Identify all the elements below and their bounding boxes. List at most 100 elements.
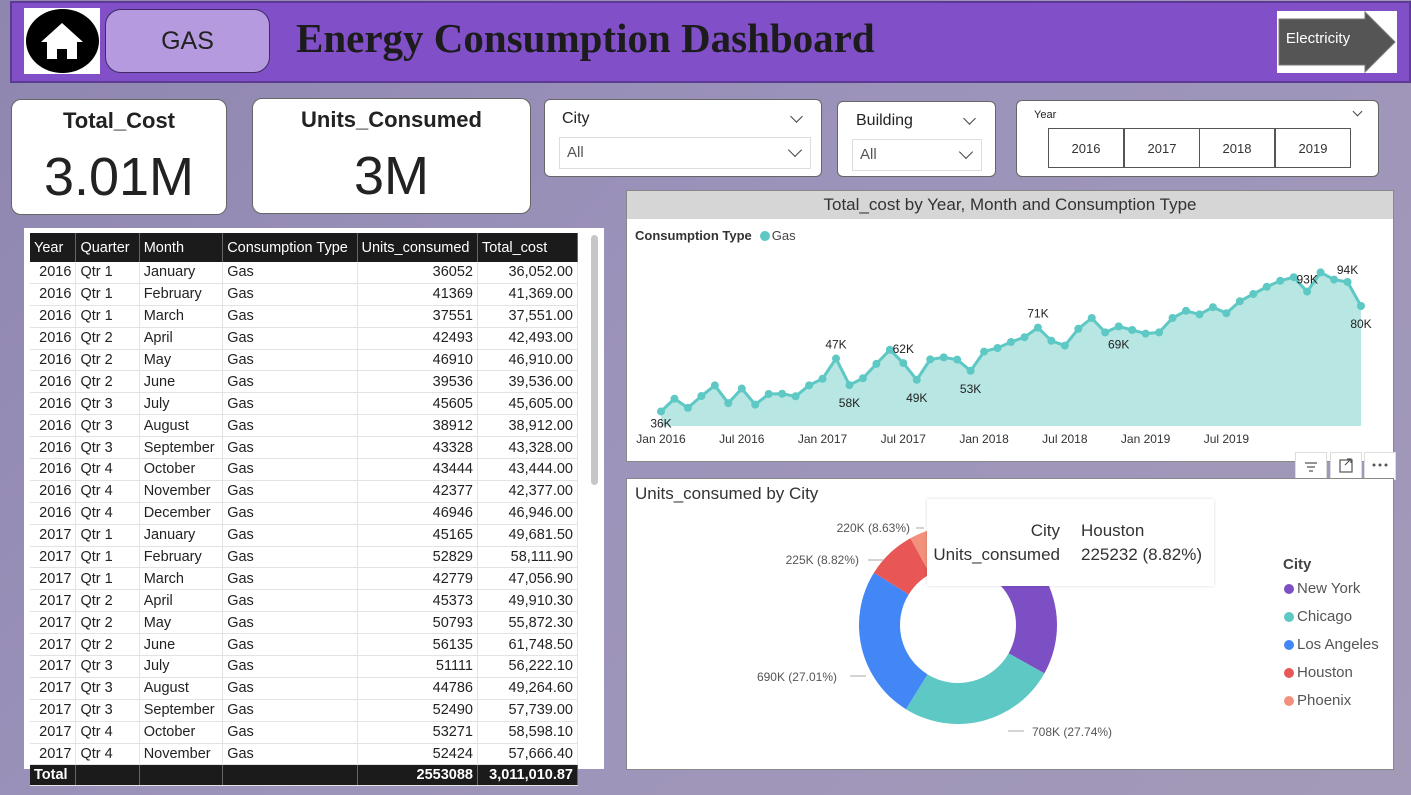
data-point[interactable] bbox=[1007, 338, 1015, 346]
data-point[interactable] bbox=[670, 394, 679, 403]
data-point[interactable] bbox=[953, 355, 962, 364]
table-row[interactable]: 2016 Qtr 4 October Gas 43444 43,444.00 bbox=[30, 458, 579, 481]
filter-icon[interactable] bbox=[1295, 452, 1327, 480]
table-row[interactable]: 2016 Qtr 1 January Gas 36052 36,052.00 bbox=[30, 262, 579, 284]
home-icon-circle[interactable] bbox=[26, 9, 99, 73]
data-point[interactable] bbox=[1249, 290, 1258, 298]
data-point[interactable] bbox=[858, 374, 867, 383]
year-button-2019[interactable]: 2019 bbox=[1275, 128, 1351, 168]
data-point[interactable] bbox=[724, 399, 733, 408]
table-row[interactable]: 2017 Qtr 1 March Gas 42779 47,056.90 bbox=[30, 567, 579, 591]
data-point[interactable] bbox=[1195, 310, 1204, 319]
data-point[interactable] bbox=[980, 347, 989, 356]
table-row[interactable]: 2017 Qtr 2 June Gas 56135 61,748.50 bbox=[30, 633, 579, 657]
table-row[interactable]: 2016 Qtr 3 July Gas 45605 45,605.00 bbox=[30, 392, 579, 416]
city-dropdown[interactable]: All bbox=[559, 137, 811, 169]
chevron-down-icon[interactable] bbox=[1352, 106, 1363, 117]
year-button-2018[interactable]: 2018 bbox=[1199, 128, 1275, 168]
data-point[interactable] bbox=[1208, 303, 1217, 312]
data-point[interactable] bbox=[697, 392, 706, 401]
focus-mode-icon[interactable] bbox=[1330, 452, 1362, 480]
table-row[interactable]: 2017 Qtr 4 November Gas 52424 57,666.40 bbox=[30, 743, 579, 766]
data-point[interactable] bbox=[1128, 326, 1137, 334]
chevron-down-icon[interactable] bbox=[790, 110, 803, 123]
data-point[interactable] bbox=[805, 381, 814, 390]
data-point[interactable] bbox=[1060, 341, 1069, 350]
table-row[interactable]: 2016 Qtr 4 December Gas 46946 46,946.00 bbox=[30, 502, 579, 525]
data-point[interactable] bbox=[1357, 302, 1365, 310]
data-point[interactable] bbox=[818, 374, 827, 383]
table-row[interactable]: 2016 Qtr 2 April Gas 42493 42,493.00 bbox=[30, 327, 579, 350]
data-point[interactable] bbox=[1343, 278, 1352, 286]
table-row[interactable]: 2017 Qtr 3 September Gas 52490 57,739.00 bbox=[30, 699, 579, 722]
table-row[interactable]: 2017 Qtr 1 February Gas 52829 58,111.90 bbox=[30, 546, 579, 569]
data-point[interactable] bbox=[657, 407, 665, 416]
data-point[interactable] bbox=[683, 403, 692, 412]
data-point[interactable] bbox=[899, 359, 908, 368]
building-dropdown[interactable]: All bbox=[852, 139, 982, 171]
data-point[interactable] bbox=[791, 392, 800, 401]
data-point[interactable] bbox=[966, 366, 975, 375]
table-row[interactable]: 2017 Qtr 1 January Gas 45165 49,681.50 bbox=[30, 524, 579, 547]
data-point[interactable] bbox=[872, 359, 881, 368]
year-button-2017[interactable]: 2017 bbox=[1124, 128, 1200, 168]
data-point[interactable] bbox=[737, 384, 746, 393]
data-point[interactable] bbox=[1020, 333, 1029, 342]
table-row[interactable]: 2017 Qtr 4 October Gas 53271 58,598.10 bbox=[30, 721, 579, 744]
data-point[interactable] bbox=[993, 344, 1002, 352]
data-point[interactable] bbox=[764, 390, 773, 399]
gas-button[interactable]: GAS bbox=[105, 9, 270, 73]
year-button-2016[interactable]: 2016 bbox=[1048, 128, 1124, 168]
column-header[interactable]: Total_cost bbox=[477, 233, 579, 262]
data-point[interactable] bbox=[832, 354, 840, 363]
legend-item-phoenix[interactable]: Phoenix bbox=[1284, 692, 1351, 709]
data-point[interactable] bbox=[1033, 323, 1042, 332]
data-point[interactable] bbox=[1303, 287, 1312, 296]
data-point[interactable] bbox=[939, 353, 948, 362]
data-point[interactable] bbox=[1155, 328, 1164, 337]
data-point[interactable] bbox=[912, 375, 921, 384]
data-point[interactable] bbox=[1235, 297, 1244, 306]
data-point[interactable] bbox=[1074, 324, 1083, 333]
legend-item-houston[interactable]: Houston bbox=[1284, 664, 1353, 681]
table-row[interactable]: 2017 Qtr 3 August Gas 44786 49,264.60 bbox=[30, 677, 579, 700]
data-point[interactable] bbox=[1087, 314, 1096, 322]
table-row[interactable]: 2016 Qtr 3 September Gas 43328 43,328.00 bbox=[30, 436, 579, 460]
table-row[interactable]: 2016 Qtr 2 May Gas 46910 46,910.00 bbox=[30, 349, 579, 372]
data-point[interactable] bbox=[710, 381, 719, 390]
legend-item-los-angeles[interactable]: Los Angeles bbox=[1284, 636, 1379, 653]
column-header[interactable]: Quarter bbox=[75, 233, 140, 262]
legend-item-new-york[interactable]: New York bbox=[1284, 580, 1360, 597]
data-point[interactable] bbox=[1276, 276, 1285, 285]
data-point[interactable] bbox=[1101, 328, 1110, 337]
slice-los-angeles[interactable] bbox=[859, 572, 928, 710]
legend-item-chicago[interactable]: Chicago bbox=[1284, 608, 1352, 625]
slice-chicago[interactable] bbox=[905, 653, 1045, 724]
table-row[interactable]: 2016 Qtr 3 August Gas 38912 38,912.00 bbox=[30, 414, 579, 438]
data-point[interactable] bbox=[1047, 336, 1056, 345]
data-point[interactable] bbox=[1262, 282, 1271, 291]
data-point[interactable] bbox=[845, 381, 854, 390]
column-header[interactable]: Year bbox=[30, 233, 77, 262]
more-options-icon[interactable] bbox=[1364, 452, 1396, 480]
table-scrollbar[interactable] bbox=[591, 235, 598, 485]
data-point[interactable] bbox=[1141, 329, 1150, 338]
column-header[interactable]: Consumption Type bbox=[222, 233, 358, 262]
column-header[interactable]: Month bbox=[139, 233, 224, 262]
table-row[interactable]: 2016 Qtr 1 February Gas 41369 41,369.00 bbox=[30, 283, 579, 306]
data-point[interactable] bbox=[1222, 309, 1231, 318]
data-point[interactable] bbox=[1114, 322, 1123, 331]
table-row[interactable]: 2016 Qtr 1 March Gas 37551 37,551.00 bbox=[30, 305, 579, 328]
table-row[interactable]: 2017 Qtr 3 July Gas 51111 56,222.10 bbox=[30, 655, 579, 678]
data-point[interactable] bbox=[1182, 306, 1190, 315]
table-row[interactable]: 2017 Qtr 2 April Gas 45373 49,910.30 bbox=[30, 589, 579, 613]
table-row[interactable]: 2016 Qtr 2 June Gas 39536 39,536.00 bbox=[30, 370, 579, 394]
table-row[interactable]: 2016 Qtr 4 November Gas 42377 42,377.00 bbox=[30, 480, 579, 503]
data-point[interactable] bbox=[926, 355, 935, 364]
column-header[interactable]: Units_consumed bbox=[357, 233, 478, 262]
chevron-down-icon[interactable] bbox=[963, 112, 976, 125]
data-point[interactable] bbox=[1168, 314, 1177, 322]
data-point[interactable] bbox=[778, 389, 787, 398]
table-row[interactable]: 2017 Qtr 2 May Gas 50793 55,872.30 bbox=[30, 611, 579, 635]
data-point[interactable] bbox=[751, 400, 760, 409]
